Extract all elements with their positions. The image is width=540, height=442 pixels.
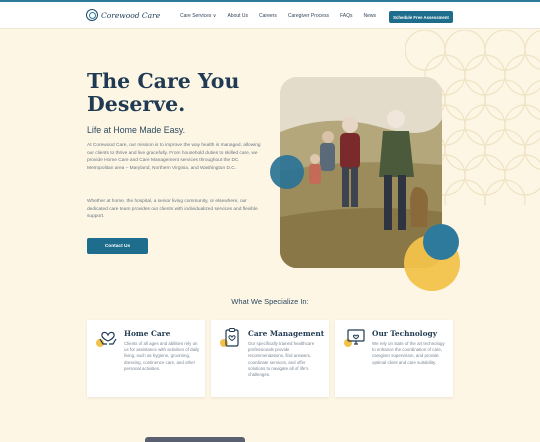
logo-icon [86, 9, 98, 21]
nav-item-about-us[interactable]: About Us [227, 13, 248, 19]
nav-item-faqs[interactable]: FAQs [340, 13, 353, 19]
schedule-assessment-button[interactable]: Schedule Free Assessment [389, 11, 453, 23]
monitor-heart-icon [347, 329, 365, 345]
specialize-heading: What We Specialize In: [231, 297, 309, 306]
hands-heart-icon [99, 331, 117, 345]
nav-item-careers[interactable]: Careers [259, 13, 277, 19]
hero-paragraph-mission: At Corewood Care, our mission is to impr… [87, 143, 261, 171]
nav-item-news[interactable]: News [363, 13, 376, 19]
service-card-care-management[interactable]: Care Management Our specifically trained… [211, 320, 329, 397]
card-text: Our specifically trained healthcare prof… [248, 341, 315, 378]
clipboard-heart-icon [225, 328, 239, 347]
service-card-our-technology[interactable]: Our Technology We rely on state of the a… [335, 320, 453, 397]
next-section-image-edge [145, 437, 245, 442]
logo-text: Corewood Care [101, 10, 161, 20]
contact-us-button[interactable]: Contact Us [87, 238, 148, 254]
hero-subtitle: Life at Home Made Easy. [87, 125, 186, 135]
decorative-circle-blue [270, 155, 304, 189]
logo[interactable]: Corewood Care [86, 9, 160, 21]
site-header: Corewood Care Care Services ∨ About Us C… [0, 2, 540, 29]
card-title: Care Management [248, 329, 325, 338]
card-title: Home Care [124, 329, 171, 338]
card-text: We rely on state of the art technology t… [372, 341, 445, 365]
hero-title: The Care You Deserve. [87, 69, 240, 116]
card-text: Clients of all ages and abilities rely o… [124, 341, 200, 371]
nav-item-caregiver-process[interactable]: Caregiver Process [288, 13, 329, 19]
hero-paragraph-support: Whether at home, the hospital, a senior … [87, 199, 258, 220]
main-nav: Care Services ∨ About Us Careers Caregiv… [180, 13, 376, 19]
nav-item-care-services[interactable]: Care Services ∨ [180, 13, 216, 19]
page: Corewood Care Care Services ∨ About Us C… [0, 0, 540, 442]
decorative-circle-blue-small [423, 224, 459, 260]
service-card-home-care[interactable]: Home Care Clients of all ages and abilit… [87, 320, 205, 397]
card-title: Our Technology [372, 329, 438, 338]
